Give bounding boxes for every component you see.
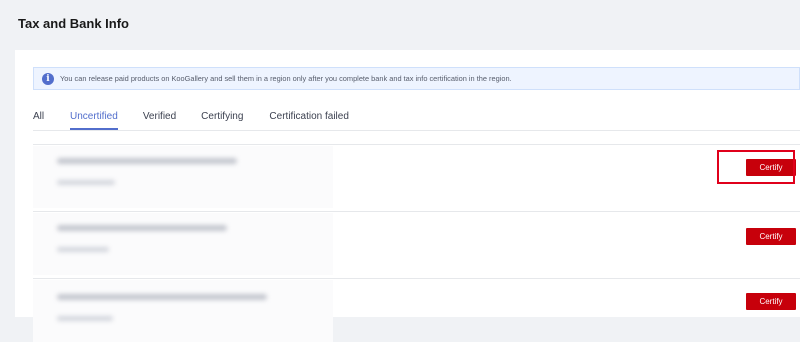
tab-verified[interactable]: Verified — [143, 108, 176, 130]
list-item: Certify — [33, 211, 800, 277]
tab-bar: All Uncertified Verified Certifying Cert… — [33, 108, 800, 131]
blurred-entity-info — [33, 213, 333, 275]
list-item: Certify — [33, 278, 800, 342]
blurred-entity-info — [33, 280, 333, 342]
info-icon: i — [42, 72, 54, 85]
certify-button[interactable]: Certify — [746, 293, 796, 310]
list-item: Certify — [33, 144, 800, 210]
tab-all[interactable]: All — [33, 108, 70, 130]
page-title: Tax and Bank Info — [18, 16, 129, 31]
tab-certifying[interactable]: Certifying — [201, 108, 243, 130]
info-notice: i You can release paid products on KooGa… — [33, 67, 800, 90]
blurred-entity-info — [33, 146, 333, 208]
tab-uncertified[interactable]: Uncertified — [70, 108, 118, 130]
content-panel: i You can release paid products on KooGa… — [15, 50, 800, 342]
notice-text: You can release paid products on KooGall… — [60, 74, 512, 83]
certify-button[interactable]: Certify — [746, 228, 796, 245]
highlight-box — [717, 150, 795, 184]
tab-certification-failed[interactable]: Certification failed — [269, 108, 348, 130]
